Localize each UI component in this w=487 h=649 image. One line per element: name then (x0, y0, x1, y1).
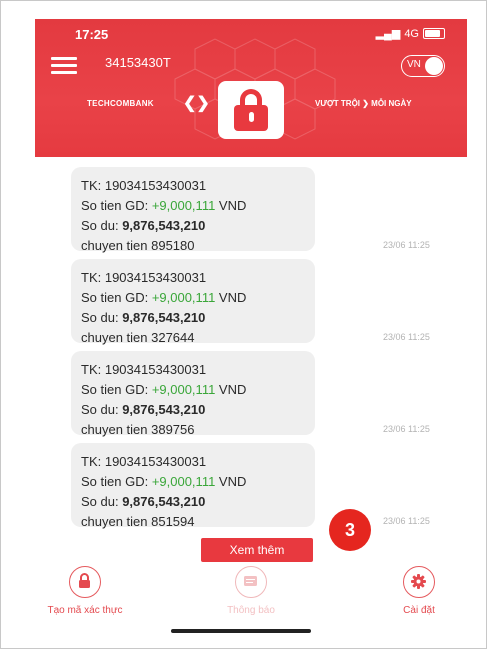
message-time: 23/06 11:25 (383, 240, 430, 250)
balance-line: So du: 9,876,543,210 (81, 402, 206, 417)
nav-label: Tạo mã xác thực (47, 605, 123, 616)
amount-value: +9,000,111 (151, 382, 216, 397)
status-time: 17:25 (75, 27, 109, 42)
nav-settings[interactable]: Cài đặt (369, 566, 467, 616)
message-icon (235, 566, 267, 598)
balance-line: So du: 9,876,543,210 (81, 218, 206, 233)
lock-icon (69, 566, 101, 598)
nav-create-auth-code[interactable]: Tạo mã xác thực (35, 566, 135, 616)
balance-value: 9,876,543,210 (122, 402, 206, 417)
toggle-knob (425, 57, 443, 75)
account-line: TK: 19034153430031 (81, 362, 207, 377)
amount-value: +9,000,111 (151, 290, 216, 305)
view-more-button[interactable]: Xem thêm (201, 538, 313, 562)
message-time: 23/06 11:25 (383, 332, 430, 342)
note-line: chuyen tien 389756 (81, 422, 195, 437)
screenshot-frame: 17:25 ▂▄▆ 4G 34153430T VN TECHCOMBANK ❮❯… (0, 0, 487, 649)
language-toggle[interactable]: VN (401, 55, 445, 77)
note-line: chuyen tien 327644 (81, 330, 195, 345)
signal-icon: ▂▄▆ (375, 28, 401, 40)
account-line: TK: 19034153430031 (81, 454, 207, 469)
note-line: chuyen tien 851594 (81, 514, 195, 529)
amount-line: So tien GD: +9,000,111 VND (81, 474, 247, 489)
amount-line: So tien GD: +9,000,111 VND (81, 382, 247, 397)
message-time: 23/06 11:25 (383, 424, 430, 434)
nav-label: Thông báo (227, 605, 275, 616)
message-bubble: TK: 19034153430031 So tien GD: +9,000,11… (71, 259, 315, 345)
battery-icon (423, 28, 445, 39)
amount-line: So tien GD: +9,000,111 VND (81, 290, 247, 305)
amount-value: +9,000,111 (151, 198, 216, 213)
account-line: TK: 19034153430031 (81, 178, 207, 193)
balance-value: 9,876,543,210 (122, 494, 206, 509)
account-id: 34153430T (105, 55, 171, 70)
status-indicators: ▂▄▆ 4G (376, 27, 445, 40)
arrow-icon: ❮❯ (183, 95, 210, 112)
note-line: chuyen tien 895180 (81, 238, 195, 253)
lock-icon (234, 105, 268, 131)
message-time: 23/06 11:25 (383, 516, 430, 526)
balance-line: So du: 9,876,543,210 (81, 494, 206, 509)
bank-name: TECHCOMBANK (87, 99, 154, 108)
gear-icon (403, 566, 435, 598)
language-label: VN (407, 59, 421, 70)
message-bubble: TK: 19034153430031 So tien GD: +9,000,11… (71, 351, 315, 437)
message-bubble: TK: 19034153430031 So tien GD: +9,000,11… (71, 443, 315, 529)
balance-value: 9,876,543,210 (122, 218, 206, 233)
amount-value: +9,000,111 (151, 474, 216, 489)
balance-line: So du: 9,876,543,210 (81, 310, 206, 325)
balance-value: 9,876,543,210 (122, 310, 206, 325)
message-bubble: TK: 19034153430031 So tien GD: +9,000,11… (71, 167, 315, 253)
slogan: VƯỢT TRỘI ❯ MỖI NGÀY (315, 99, 412, 108)
lock-logo (218, 81, 284, 139)
amount-line: So tien GD: +9,000,111 VND (81, 198, 247, 213)
nav-notifications[interactable]: Thông báo (201, 566, 301, 616)
step-badge: 3 (329, 509, 371, 551)
menu-icon[interactable] (51, 57, 77, 74)
phone-screen: 17:25 ▂▄▆ 4G 34153430T VN TECHCOMBANK ❮❯… (35, 19, 467, 639)
network-type: 4G (404, 27, 419, 40)
app-header: 17:25 ▂▄▆ 4G 34153430T VN TECHCOMBANK ❮❯… (35, 19, 467, 157)
account-line: TK: 19034153430031 (81, 270, 207, 285)
nav-label: Cài đặt (403, 605, 435, 616)
home-indicator[interactable] (171, 629, 311, 633)
